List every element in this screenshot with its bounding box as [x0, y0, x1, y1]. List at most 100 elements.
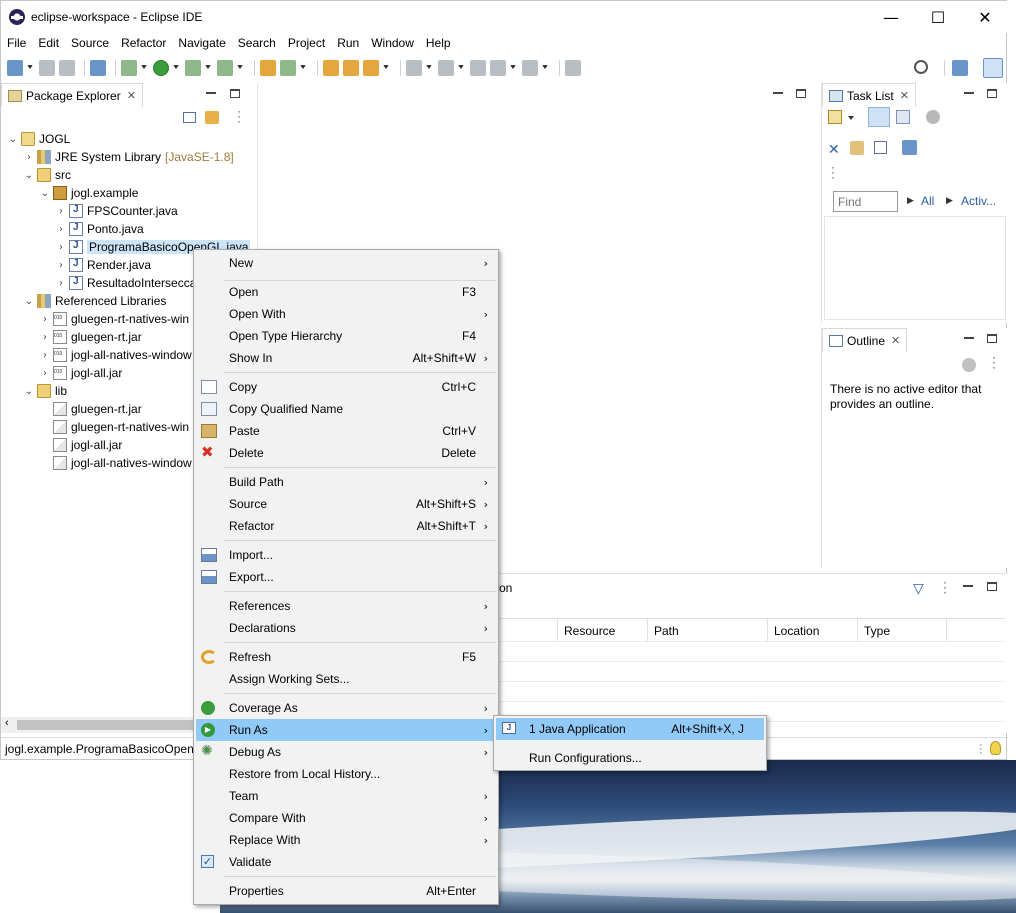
collapse-all-icon[interactable] — [874, 141, 887, 154]
chevron-down-icon[interactable] — [141, 65, 147, 71]
menu-item-run-as[interactable]: ▶ Run As › — [196, 719, 496, 741]
new-icon[interactable] — [7, 60, 23, 76]
sync-icon[interactable] — [962, 358, 976, 372]
previous-annotation-icon[interactable] — [438, 60, 454, 76]
menu-navigate[interactable]: Navigate — [172, 36, 231, 50]
java-perspective-icon[interactable] — [983, 58, 1003, 78]
scheduled-icon[interactable] — [896, 110, 910, 124]
search-tool-icon[interactable] — [363, 60, 379, 76]
menu-item-refactor[interactable]: Refactor Alt+Shift+T › — [196, 515, 496, 537]
maximize-view-icon[interactable] — [987, 334, 997, 343]
maximize-button[interactable]: ☐ — [915, 1, 961, 33]
menu-item-coverage-as[interactable]: Coverage As › — [196, 697, 496, 719]
filter-icon[interactable]: ▽ — [913, 580, 924, 597]
menu-item-debug-as[interactable]: ✺ Debug As › — [196, 741, 496, 763]
menu-item-source[interactable]: Source Alt+Shift+S › — [196, 493, 496, 515]
new-task-icon[interactable] — [828, 110, 842, 124]
tree-item[interactable]: › Render.java — [55, 256, 151, 274]
maximize-view-icon[interactable] — [796, 89, 806, 98]
run-icon[interactable] — [153, 60, 169, 76]
menu-file[interactable]: File — [1, 36, 32, 50]
chevron-down-icon[interactable] — [848, 116, 854, 120]
new-java-class-icon[interactable] — [280, 60, 296, 76]
maximize-view-icon[interactable] — [230, 89, 240, 98]
menu-source[interactable]: Source — [65, 36, 115, 50]
column-header-type[interactable]: Type — [857, 619, 947, 641]
menu-item-open-with[interactable]: Open With › — [196, 303, 496, 325]
close-icon[interactable]: ✕ — [127, 89, 136, 102]
chevron-down-icon[interactable]: ⌄ — [7, 134, 19, 145]
menu-item-show-in[interactable]: Show In Alt+Shift+W › — [196, 347, 496, 369]
close-icon[interactable]: ✕ — [900, 89, 909, 102]
column-header-path[interactable]: Path — [647, 619, 767, 641]
external-tools-icon[interactable] — [217, 60, 233, 76]
menu-run[interactable]: Run — [331, 36, 365, 50]
forward-icon[interactable] — [522, 60, 538, 76]
link-with-editor-icon[interactable] — [205, 111, 219, 124]
tree-item[interactable]: jogl-all-natives-window — [39, 454, 192, 472]
collapse-all-icon[interactable] — [183, 112, 196, 123]
debug-icon[interactable] — [121, 60, 137, 76]
menu-window[interactable]: Window — [365, 36, 420, 50]
chevron-right-icon[interactable]: › — [55, 260, 67, 271]
menu-item-import[interactable]: Import... — [196, 544, 496, 566]
menu-item-export[interactable]: Export... — [196, 566, 496, 588]
chevron-down-icon[interactable] — [300, 65, 306, 71]
tree-item[interactable]: › gluegen-rt.jar — [39, 328, 142, 346]
chevron-right-icon[interactable]: › — [55, 224, 67, 235]
menu-item-replace-with[interactable]: Replace With › — [196, 829, 496, 851]
filter-active-link[interactable]: Activ... — [961, 194, 996, 208]
task-find-input[interactable] — [833, 191, 898, 212]
menu-item-new[interactable]: New › — [196, 252, 496, 274]
chevron-right-icon[interactable]: › — [39, 314, 51, 325]
menu-item-run-configurations[interactable]: Run Configurations... — [496, 747, 764, 769]
task-activate-icon[interactable] — [902, 140, 917, 155]
chevron-right-icon[interactable]: › — [55, 278, 67, 289]
menu-item-properties[interactable]: Properties Alt+Enter — [196, 880, 496, 902]
menu-item-delete[interactable]: ✖ Delete Delete — [196, 442, 496, 464]
close-icon[interactable]: ✕ — [891, 334, 900, 347]
tree-item[interactable]: › FPSCounter.java — [55, 202, 178, 220]
tree-item[interactable]: › ResultadoIntersecca — [55, 274, 196, 292]
chevron-down-icon[interactable] — [237, 65, 243, 71]
tree-item[interactable]: jogl-all.jar — [39, 436, 122, 454]
view-menu-icon[interactable]: · · · — [831, 161, 835, 183]
menu-item-team[interactable]: Team › — [196, 785, 496, 807]
pin-editor-icon[interactable] — [565, 60, 581, 76]
chevron-right-icon[interactable]: › — [39, 332, 51, 343]
view-menu-icon[interactable]: · · · — [943, 576, 947, 598]
minimize-view-icon[interactable] — [964, 92, 974, 94]
chevron-right-icon[interactable]: › — [39, 368, 51, 379]
chevron-down-icon[interactable] — [205, 65, 211, 71]
chevron-right-icon[interactable]: › — [55, 242, 67, 253]
tree-item[interactable]: ⌄ jogl.example — [39, 184, 138, 202]
tree-item[interactable]: ⌄ Referenced Libraries — [23, 292, 166, 310]
chevron-down-icon[interactable]: ⌄ — [23, 386, 35, 397]
menu-item-paste[interactable]: Paste Ctrl+V — [196, 420, 496, 442]
tree-item[interactable]: gluegen-rt-natives-win — [39, 418, 189, 436]
column-header-resource[interactable]: Resource — [557, 619, 647, 641]
tree-item[interactable]: › gluegen-rt-natives-win — [39, 310, 189, 328]
menu-item-restore-local-history[interactable]: Restore from Local History... — [196, 763, 496, 785]
categorized-icon[interactable] — [868, 107, 890, 127]
view-menu-icon[interactable]: · · · — [992, 351, 996, 373]
menu-item-build-path[interactable]: Build Path › — [196, 471, 496, 493]
filter-all-link[interactable]: All — [921, 194, 934, 208]
menu-item-declarations[interactable]: Declarations › — [196, 617, 496, 639]
menu-item-copy[interactable]: Copy Ctrl+C — [196, 376, 496, 398]
save-all-icon[interactable] — [59, 60, 75, 76]
chevron-right-icon[interactable]: › — [23, 152, 35, 163]
menu-item-open[interactable]: Open F3 — [196, 281, 496, 303]
open-task-icon[interactable] — [343, 60, 359, 76]
save-icon[interactable] — [39, 60, 55, 76]
menu-item-copy-qualified-name[interactable]: Copy Qualified Name — [196, 398, 496, 420]
menu-item-assign-working-sets[interactable]: Assign Working Sets... — [196, 668, 496, 690]
chevron-down-icon[interactable]: ⌄ — [39, 188, 51, 199]
minimize-view-icon[interactable] — [206, 92, 216, 94]
focus-icon[interactable]: ✕ — [828, 141, 840, 158]
chevron-down-icon[interactable] — [426, 65, 432, 71]
menu-help[interactable]: Help — [420, 36, 457, 50]
menu-item-open-type-hierarchy[interactable]: Open Type Hierarchy F4 — [196, 325, 496, 347]
tab-package-explorer[interactable]: Package Explorer ✕ — [1, 83, 143, 107]
maximize-view-icon[interactable] — [987, 89, 997, 98]
